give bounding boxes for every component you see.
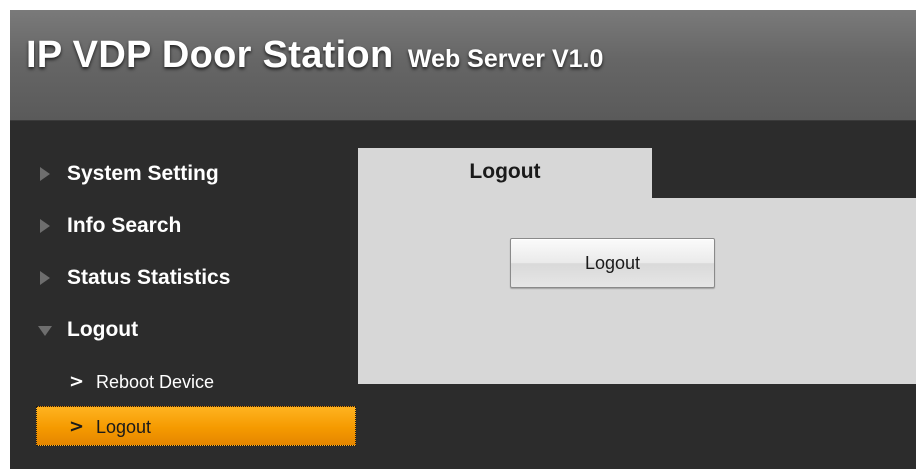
- sidebar-item-label: Info Search: [67, 214, 182, 237]
- triangle-right-icon: [40, 219, 50, 233]
- tab-bar: Logout: [358, 148, 916, 198]
- header-bar: IP VDP Door Station Web Server V1.0: [10, 10, 916, 121]
- app-title-version: Web Server V1.0: [407, 45, 604, 73]
- sidebar-subitem-label: Logout: [96, 417, 152, 437]
- logout-button[interactable]: Logout: [510, 238, 715, 288]
- app-title-main: IP VDP Door Station: [26, 34, 394, 76]
- sidebar-item-info-search[interactable]: Info Search: [10, 200, 350, 252]
- sidebar-subitem-logout[interactable]: > Logout: [36, 406, 356, 446]
- sidebar-item-label: Logout: [67, 318, 139, 341]
- app-title: IP VDP Door Station Web Server V1.0: [26, 34, 603, 77]
- sidebar-item-label: Status Statistics: [67, 266, 231, 289]
- sidebar-subitem-label: Reboot Device: [96, 372, 215, 392]
- content-panel: Logout Logout: [358, 148, 916, 384]
- tab-logout[interactable]: Logout: [358, 148, 652, 198]
- triangle-right-icon: [40, 271, 50, 285]
- triangle-right-icon: [40, 167, 50, 181]
- triangle-down-icon: [38, 326, 52, 336]
- sidebar-item-logout[interactable]: Logout: [10, 304, 350, 356]
- sidebar-item-system-setting[interactable]: System Setting: [10, 148, 350, 200]
- chevron-right-icon: >: [69, 371, 85, 392]
- sidebar-item-status-statistics[interactable]: Status Statistics: [10, 252, 350, 304]
- sidebar-subitem-reboot-device[interactable]: > Reboot Device: [10, 356, 350, 408]
- chevron-right-icon: >: [69, 416, 85, 437]
- app-window: IP VDP Door Station Web Server V1.0 Syst…: [10, 10, 916, 469]
- sidebar: System Setting Info Search Status Statis…: [10, 148, 350, 408]
- sidebar-item-label: System Setting: [67, 162, 219, 185]
